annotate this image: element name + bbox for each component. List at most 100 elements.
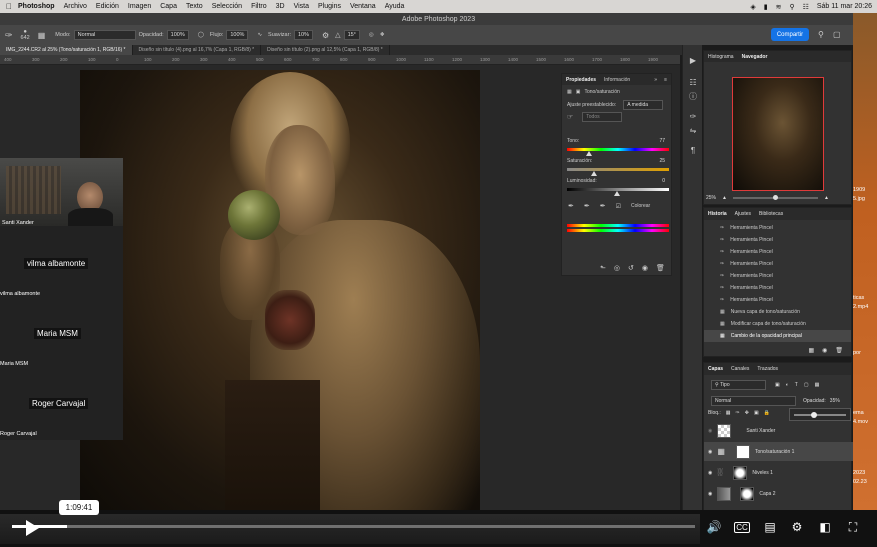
layer-mask-thumbnail[interactable] xyxy=(735,444,750,459)
clip-layer-icon[interactable]: ⬑ xyxy=(600,264,606,272)
saturation-slider[interactable] xyxy=(567,168,669,171)
navigator-zoom[interactable]: 25% xyxy=(706,195,716,201)
navigator-icon[interactable]: ▶ xyxy=(683,53,703,67)
desktop-file-label[interactable]: ema xyxy=(853,410,864,416)
opacity-popup-slider[interactable] xyxy=(789,408,851,421)
flow-field[interactable]: 100% xyxy=(226,30,249,40)
brush-icon[interactable]: ✑ xyxy=(683,109,703,123)
history-item-selected[interactable]: ▦ Cambio de la opacidad principal xyxy=(704,330,851,342)
zoom-slider[interactable] xyxy=(732,195,818,200)
camera-icon[interactable]: ◉ xyxy=(822,347,827,354)
settings-gear-icon[interactable]: ⚙ xyxy=(787,517,807,537)
fullscreen-icon[interactable]: ⛶ xyxy=(843,517,863,537)
history-item[interactable]: ✑ Herramienta Pincel xyxy=(704,234,851,246)
hue-slider-thumb[interactable] xyxy=(586,151,592,156)
dropbox-icon[interactable]: ◈ xyxy=(750,3,755,11)
control-center-icon[interactable]: ☷ xyxy=(803,3,809,11)
snapshot-doc-icon[interactable]: ▦ xyxy=(808,347,814,354)
layer-row[interactable]: ◉ ░ Niveles 1 xyxy=(704,463,853,482)
eyedropper-plus-icon[interactable]: ✒ xyxy=(584,202,590,210)
apple-icon[interactable]:  xyxy=(6,2,12,11)
eyedropper-minus-icon[interactable]: ✒ xyxy=(600,202,606,210)
lock-pixels-icon[interactable]: ✑ xyxy=(736,410,740,416)
volume-icon[interactable]: 🔊 xyxy=(704,517,724,537)
visibility-icon[interactable]: ◉ xyxy=(708,449,712,455)
panel-menu-icon[interactable]: ≡ xyxy=(664,77,667,83)
tab-doc-1[interactable]: IMG_2244.CR2 al 25% (Tono/saturación 1, … xyxy=(0,45,133,55)
desktop-file-label[interactable]: 02.23 xyxy=(853,479,867,485)
desktop-file-label[interactable]: por xyxy=(853,350,861,356)
lock-transparency-icon[interactable]: ▦ xyxy=(726,410,731,416)
desktop-file-label[interactable]: 4.mov xyxy=(853,419,868,425)
play-icon[interactable] xyxy=(22,518,42,538)
view-previous-icon[interactable]: ◎ xyxy=(614,264,620,272)
document-image[interactable] xyxy=(80,70,480,510)
history-item[interactable]: ✑ Herramienta Pincel xyxy=(704,282,851,294)
video-progress-track[interactable] xyxy=(12,525,695,528)
symmetry-icon[interactable]: ❖ xyxy=(380,32,385,38)
picture-in-picture-icon[interactable]: ◧ xyxy=(815,517,835,537)
pressure-opacity-icon[interactable]: ◯ xyxy=(198,32,204,38)
wifi-icon[interactable]: ≋ xyxy=(776,3,782,11)
colorize-checkbox[interactable]: ☑ xyxy=(616,203,621,210)
menu-edicion[interactable]: Edición xyxy=(96,3,119,10)
adjustments-icon[interactable]: ☷ xyxy=(683,75,703,89)
visibility-icon[interactable]: ◉ xyxy=(642,264,648,272)
collapse-icon[interactable]: » xyxy=(654,77,657,83)
menu-vista[interactable]: Vista xyxy=(294,3,309,10)
history-item[interactable]: ▦ Nueva capa de tono/saturación xyxy=(704,306,851,318)
tab-libraries[interactable]: Bibliotecas xyxy=(759,211,783,217)
menu-filtro[interactable]: Filtro xyxy=(251,3,267,10)
zoom-out-icon[interactable]: ▲ xyxy=(722,195,727,201)
workspace-icon[interactable]: ▢ xyxy=(833,30,841,39)
desktop-file-label[interactable]: 2023 xyxy=(853,470,865,476)
saturation-value[interactable]: 25 xyxy=(659,158,665,164)
share-button[interactable]: Compartir xyxy=(771,28,809,41)
filter-pixel-icon[interactable]: ▣ xyxy=(775,382,780,388)
tab-adjustments[interactable]: Ajustes xyxy=(735,211,751,217)
layer-mask-thumbnail[interactable] xyxy=(740,486,755,501)
airbrush-icon[interactable]: ∿ xyxy=(257,32,262,38)
mask-icon[interactable]: ▣ xyxy=(576,89,581,95)
menu-ventana[interactable]: Ventana xyxy=(350,3,376,10)
lock-position-icon[interactable]: ✥ xyxy=(745,410,749,416)
desktop-file-label[interactable]: ticas xyxy=(853,295,864,301)
lock-all-icon[interactable]: 🔒 xyxy=(764,410,770,416)
eyedropper-icon[interactable]: ✒ xyxy=(568,202,574,210)
menu-plugins[interactable]: Plugins xyxy=(318,3,341,10)
tab-layers[interactable]: Capas xyxy=(708,366,723,372)
layer-row[interactable]: ◉ Santi Xander xyxy=(704,421,853,440)
hand-adjust-icon[interactable]: ☞ xyxy=(567,113,573,121)
layer-row[interactable]: ◉ Capa 2 xyxy=(704,484,853,503)
filter-shape-icon[interactable]: ▢ xyxy=(804,382,809,388)
filter-smart-icon[interactable]: ▦ xyxy=(815,382,820,388)
filter-adjust-icon[interactable]: ◐ xyxy=(786,382,789,388)
opacity-field[interactable]: 100% xyxy=(166,30,189,40)
tab-doc-3[interactable]: Diseño sin título (2).png al 12,5% (Capa… xyxy=(261,45,390,55)
lightness-value[interactable]: 0 xyxy=(662,178,665,184)
menu-capa[interactable]: Capa xyxy=(160,3,177,10)
tab-history[interactable]: Historia xyxy=(708,211,727,217)
transcript-icon[interactable]: ▤ xyxy=(760,517,780,537)
layer-opacity-value[interactable]: 35% xyxy=(830,398,840,404)
layer-filter-select[interactable]: ⚲ Tipo xyxy=(711,380,766,390)
desktop-file-label[interactable]: 1909 xyxy=(853,187,865,193)
reset-icon[interactable]: ↺ xyxy=(628,264,634,272)
tab-properties[interactable]: Propiedades xyxy=(566,77,596,83)
navigator-preview[interactable] xyxy=(732,77,824,191)
menu-archivo[interactable]: Archivo xyxy=(64,3,87,10)
paragraph-icon[interactable]: ¶ xyxy=(683,143,703,157)
menu-3d[interactable]: 3D xyxy=(276,3,285,10)
lock-artboard-icon[interactable]: ▣ xyxy=(754,410,759,416)
desktop-file-label[interactable]: 5.jpg xyxy=(853,196,865,202)
hue-value[interactable]: 77 xyxy=(659,138,665,144)
trash-icon[interactable]: 🗑 xyxy=(835,347,843,354)
hue-slider[interactable] xyxy=(567,148,669,151)
menubar-clock[interactable]: Sáb 11 mar 20:26 xyxy=(817,3,872,10)
smoothing-field[interactable]: 10% xyxy=(293,30,313,40)
tab-doc-2[interactable]: Diseño sin título (4).png al 16,7% (Capa… xyxy=(133,45,262,55)
tab-paths[interactable]: Trazados xyxy=(757,366,778,372)
tab-information[interactable]: Información xyxy=(604,77,630,83)
blend-mode-select[interactable]: Normal xyxy=(711,396,796,406)
layer-mask-thumbnail[interactable] xyxy=(733,465,748,480)
